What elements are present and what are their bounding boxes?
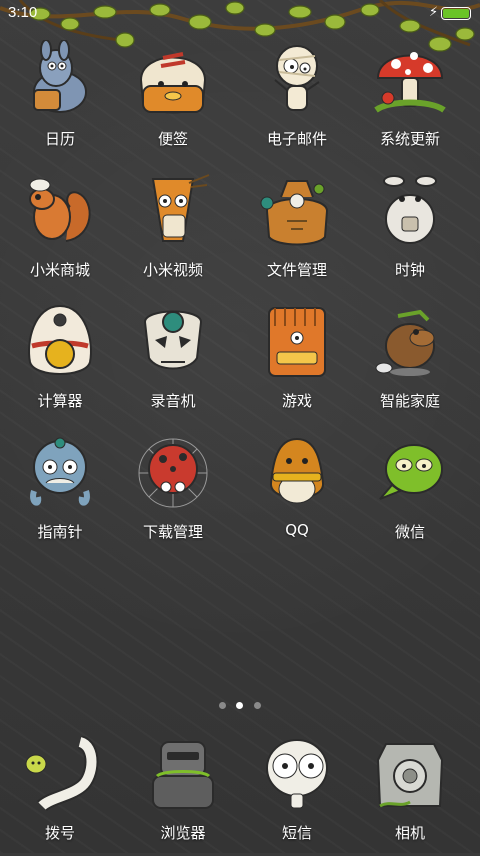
arrow-creature-video-icon bbox=[151, 174, 210, 242]
dock: 拨号 浏览器 短信 相机 bbox=[0, 736, 480, 853]
app-recorder[interactable]: 录音机 bbox=[113, 302, 233, 422]
app-label: 时钟 bbox=[394, 261, 425, 279]
dock-app-phone[interactable]: 拨号 bbox=[0, 736, 120, 856]
horn-phone-icon bbox=[25, 736, 99, 812]
app-label: 拨号 bbox=[44, 824, 75, 842]
app-label: 下载管理 bbox=[142, 523, 203, 541]
battery-icon bbox=[441, 7, 471, 20]
app-label: 游戏 bbox=[281, 392, 312, 410]
app-file-manager[interactable]: 文件管理 bbox=[237, 171, 357, 291]
app-label: 智能家庭 bbox=[379, 392, 440, 410]
dock-app-camera[interactable]: 相机 bbox=[350, 736, 470, 856]
stone-camera-icon bbox=[376, 743, 444, 808]
tiki-mask-games-icon bbox=[268, 307, 326, 377]
page-indicator bbox=[0, 700, 480, 712]
page-dot-2[interactable] bbox=[236, 702, 243, 709]
app-label: 小米商城 bbox=[29, 261, 90, 279]
status-bar: 3:10 ⚡ bbox=[0, 0, 480, 28]
app-label: 微信 bbox=[394, 523, 425, 541]
app-label: 便签 bbox=[157, 130, 188, 148]
squirrel-shop-icon bbox=[29, 178, 91, 242]
page-dot-1[interactable] bbox=[219, 702, 226, 709]
app-wechat[interactable]: 微信 bbox=[350, 433, 470, 553]
app-label: 浏览器 bbox=[160, 824, 206, 842]
robot-browser-icon bbox=[152, 741, 214, 809]
app-email[interactable]: 电子邮件 bbox=[237, 40, 357, 160]
app-downloads[interactable]: 下载管理 bbox=[113, 433, 233, 553]
skull-recorder-icon bbox=[143, 310, 203, 370]
app-label: 电子邮件 bbox=[266, 130, 327, 148]
app-label: 系统更新 bbox=[379, 130, 440, 148]
green-blob-wechat-icon bbox=[379, 444, 443, 500]
app-label: 文件管理 bbox=[266, 261, 327, 279]
app-label: 录音机 bbox=[150, 392, 196, 410]
app-label: 小米视频 bbox=[142, 261, 203, 279]
clock-time: 3:10 bbox=[8, 4, 38, 21]
app-mi-store[interactable]: 小米商城 bbox=[0, 171, 120, 291]
donkey-calendar-icon bbox=[33, 40, 87, 113]
lightning-bolt-icon: ⚡ bbox=[429, 5, 439, 20]
page-dot-3[interactable] bbox=[254, 702, 261, 709]
app-system-update[interactable]: 系统更新 bbox=[350, 40, 470, 160]
mummy-email-icon bbox=[274, 45, 320, 111]
penguin-qq-icon bbox=[269, 437, 325, 504]
app-label: 相机 bbox=[394, 824, 425, 842]
app-label: QQ bbox=[285, 521, 309, 539]
dock-app-sms[interactable]: 短信 bbox=[237, 736, 357, 856]
app-label: 短信 bbox=[281, 824, 312, 842]
app-mi-video[interactable]: 小米视频 bbox=[113, 171, 233, 291]
beaver-smart-home-icon bbox=[375, 309, 435, 376]
octopus-compass-icon bbox=[30, 437, 90, 506]
rabbit-clock-icon bbox=[383, 175, 437, 244]
app-label: 日历 bbox=[44, 130, 75, 148]
dock-app-browser[interactable]: 浏览器 bbox=[123, 736, 243, 856]
mushroom-update-icon bbox=[374, 52, 446, 113]
app-calendar[interactable]: 日历 bbox=[0, 40, 120, 160]
app-compass[interactable]: 指南针 bbox=[0, 433, 120, 553]
app-label: 计算器 bbox=[37, 392, 83, 410]
app-clock[interactable]: 时钟 bbox=[350, 171, 470, 291]
app-games[interactable]: 游戏 bbox=[237, 302, 357, 422]
app-qq[interactable]: QQ bbox=[237, 433, 357, 553]
battery-level bbox=[443, 9, 469, 18]
skull-sms-icon bbox=[266, 739, 328, 809]
egg-calculator-icon bbox=[28, 304, 92, 375]
bandaged-head-notes-icon bbox=[139, 52, 207, 114]
app-calculator[interactable]: 计算器 bbox=[0, 302, 120, 422]
app-label: 指南针 bbox=[37, 523, 83, 541]
app-smart-home[interactable]: 智能家庭 bbox=[350, 302, 470, 422]
app-notes[interactable]: 便签 bbox=[113, 40, 233, 160]
skull-sack-files-icon bbox=[260, 180, 329, 246]
ladybug-web-download-icon bbox=[138, 438, 208, 508]
